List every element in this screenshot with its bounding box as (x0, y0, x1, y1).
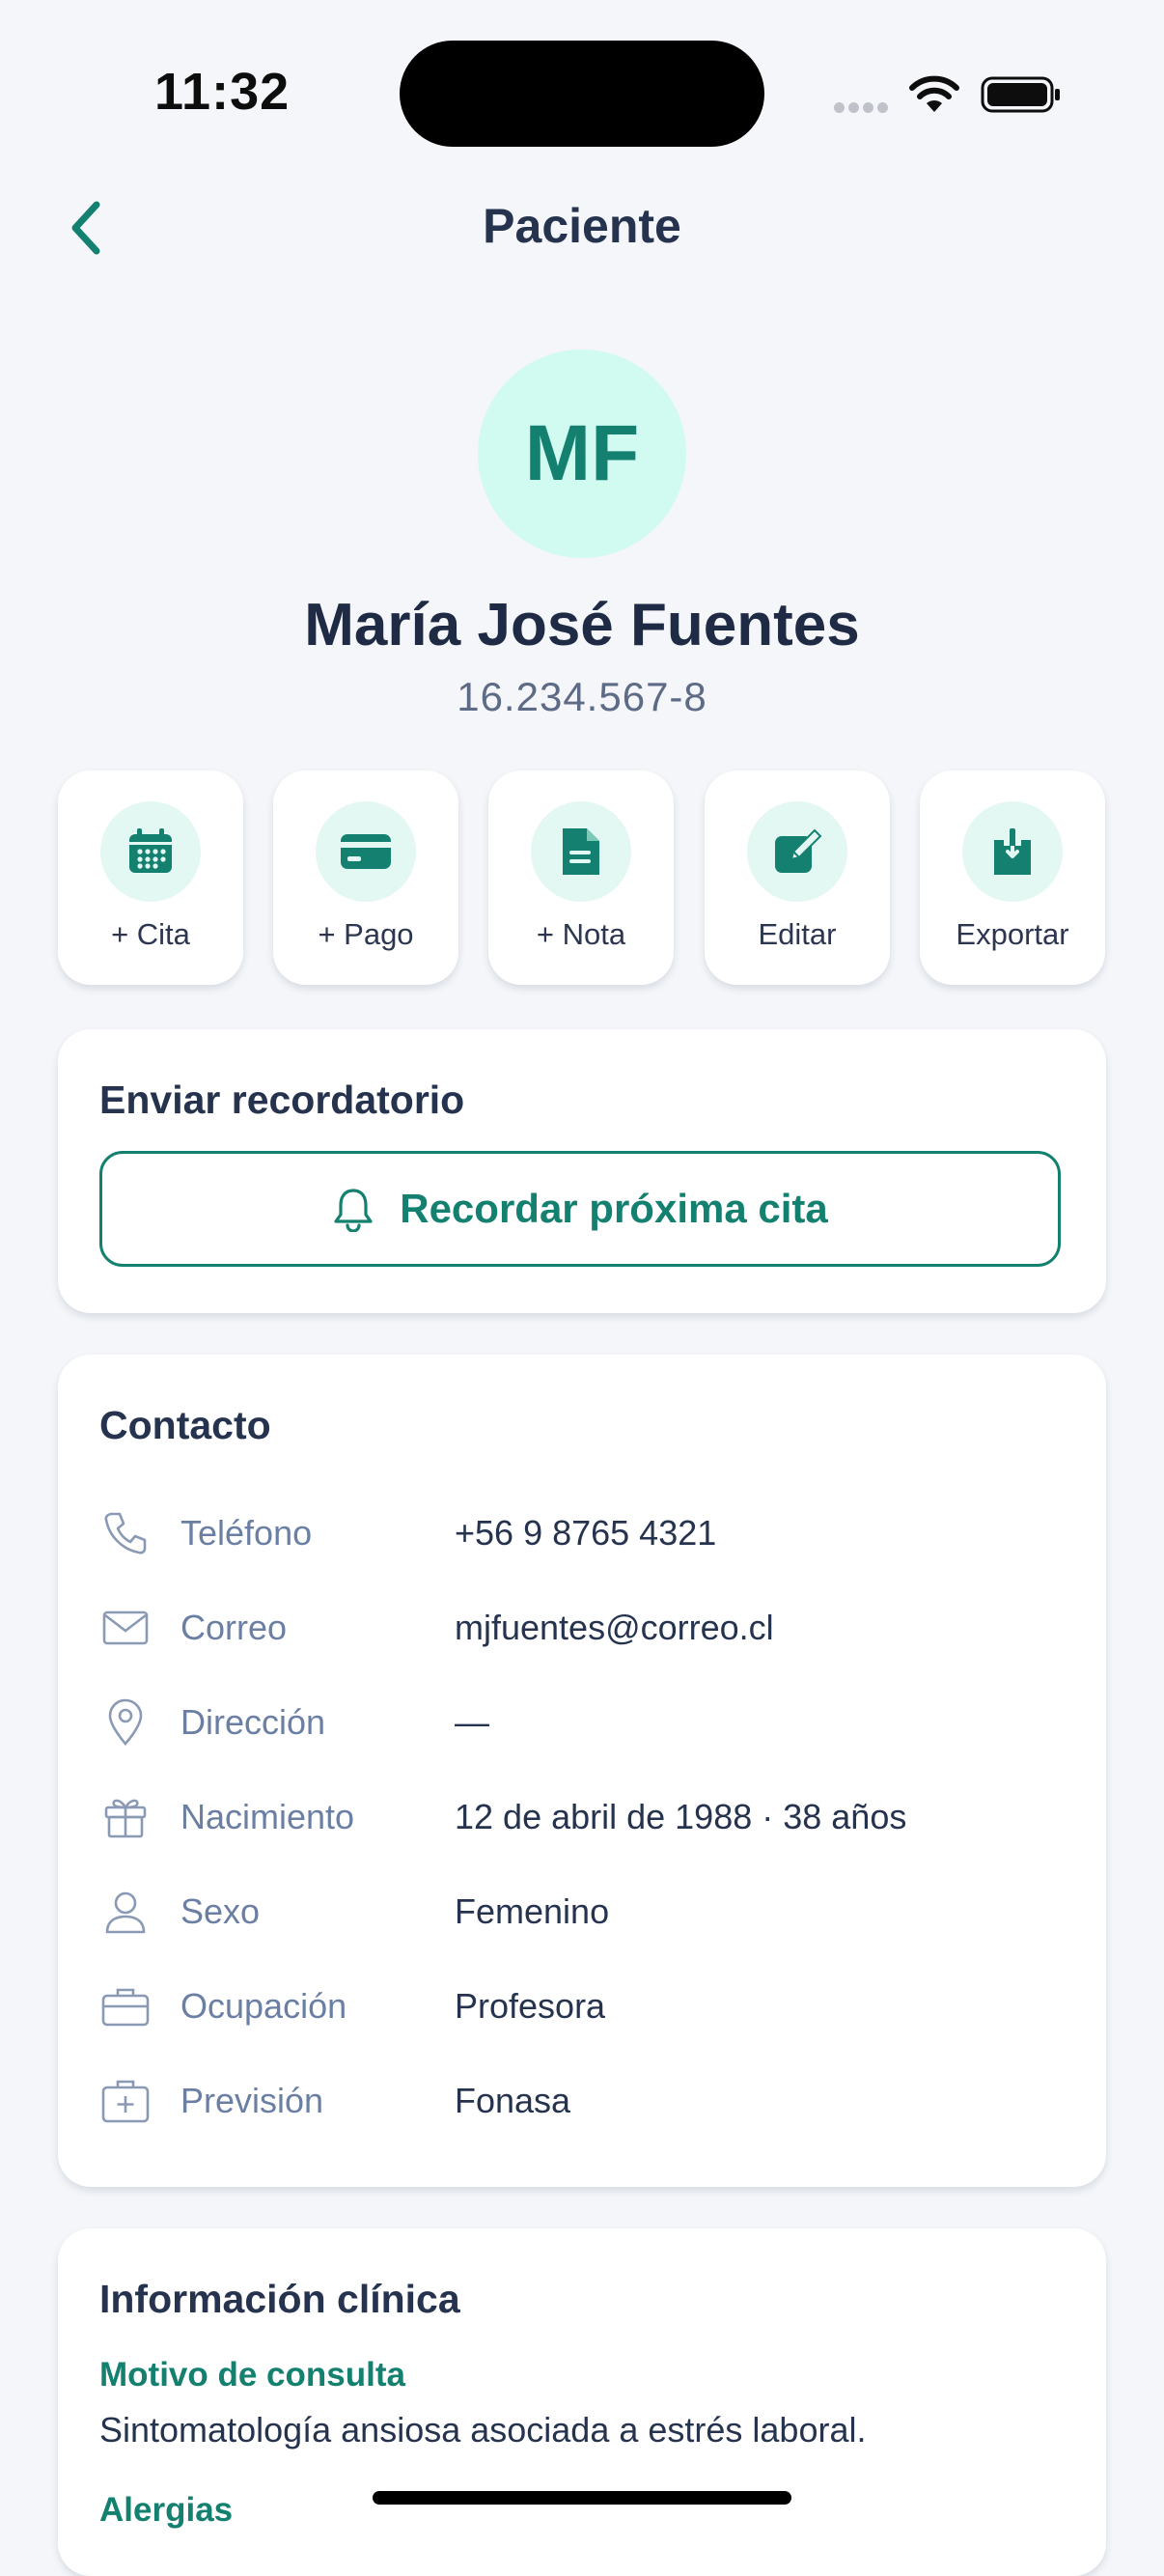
edit-icon (775, 828, 822, 873)
bell-icon (334, 1189, 373, 1232)
row-label: Teléfono (180, 1513, 313, 1553)
quick-actions: + Cita + Pago + Nota Editar Exportar (58, 770, 1106, 987)
allergies-label: Alergias (99, 2491, 234, 2529)
user-icon (99, 1886, 152, 1938)
page-title: Paciente (483, 199, 681, 253)
download-icon (994, 828, 1031, 875)
row-value: Profesora (455, 1986, 606, 2026)
status-bar: 11:32 (0, 0, 1164, 183)
row-label: Sexo (180, 1891, 261, 1931)
status-time: 11:32 (154, 63, 291, 121)
action-label: Editar (758, 917, 837, 951)
battery-icon (981, 76, 1060, 113)
reason-label: Motivo de consulta (99, 2356, 405, 2394)
row-value: +56 9 8765 4321 (455, 1513, 717, 1553)
row-value: mjfuentes@correo.cl (455, 1608, 774, 1647)
clinical-card: Información clínica Motivo de consulta S… (58, 2228, 1106, 2576)
action-label: Exportar (956, 917, 1069, 951)
contact-title: Contacto (99, 1403, 271, 1447)
reminder-card: Enviar recordatorio Recordar próxima cit… (58, 1029, 1106, 1313)
row-value: 12 de abril de 1988 · 38 años (455, 1797, 907, 1836)
add-appointment-button[interactable]: + Cita (58, 770, 243, 985)
contact-card: Contacto Teléfono +56 9 8765 4321 Correo… (58, 1355, 1106, 2187)
add-note-button[interactable]: + Nota (488, 770, 674, 985)
contact-row-health-plan: Previsión Fonasa (99, 2072, 1065, 2130)
row-value: Fonasa (455, 2081, 571, 2120)
row-value: Femenino (455, 1891, 610, 1931)
row-label: Correo (180, 1608, 288, 1647)
export-button[interactable]: Exportar (920, 770, 1105, 985)
medical-kit-icon (99, 2075, 152, 2127)
contact-row-address: Dirección — (99, 1694, 1065, 1751)
patient-name: María José Fuentes (304, 592, 860, 658)
remind-next-appointment-button[interactable]: Recordar próxima cita (99, 1151, 1061, 1267)
phone-icon (99, 1507, 152, 1559)
mail-icon (99, 1602, 152, 1654)
contact-row-email[interactable]: Correo mjfuentes@correo.cl (99, 1599, 1065, 1657)
dynamic-island (400, 41, 764, 147)
document-icon (563, 828, 599, 875)
home-indicator (373, 2491, 791, 2505)
row-label: Ocupación (180, 1986, 347, 2026)
action-label: + Nota (536, 917, 626, 951)
row-label: Dirección (180, 1702, 326, 1742)
contact-row-occupation: Ocupación Profesora (99, 1977, 1065, 2035)
row-label: Previsión (180, 2081, 324, 2120)
briefcase-icon (99, 1980, 152, 2032)
calendar-icon (129, 828, 172, 873)
credit-card-icon (341, 834, 391, 869)
gift-icon (99, 1791, 152, 1843)
avatar: MF (478, 350, 686, 558)
reminder-title: Enviar recordatorio (99, 1078, 465, 1122)
clinical-title: Información clínica (99, 2277, 460, 2321)
action-label: + Pago (318, 917, 414, 951)
contact-row-phone[interactable]: Teléfono +56 9 8765 4321 (99, 1504, 1065, 1562)
edit-button[interactable]: Editar (705, 770, 890, 985)
remind-button-label: Recordar próxima cita (400, 1186, 828, 1231)
wifi-icon (909, 75, 959, 112)
location-pin-icon (99, 1696, 152, 1749)
add-payment-button[interactable]: + Pago (273, 770, 458, 985)
cellular-signal-icon (834, 100, 894, 114)
contact-row-sex: Sexo Femenino (99, 1883, 1065, 1941)
patient-rut: 16.234.567-8 (457, 674, 707, 719)
reason-text: Sintomatología ansiosa asociada a estrés… (99, 2410, 867, 2450)
contact-row-birthdate: Nacimiento 12 de abril de 1988 · 38 años (99, 1788, 1065, 1846)
action-label: + Cita (111, 917, 190, 951)
row-label: Nacimiento (180, 1797, 355, 1836)
row-value: — (455, 1702, 489, 1742)
